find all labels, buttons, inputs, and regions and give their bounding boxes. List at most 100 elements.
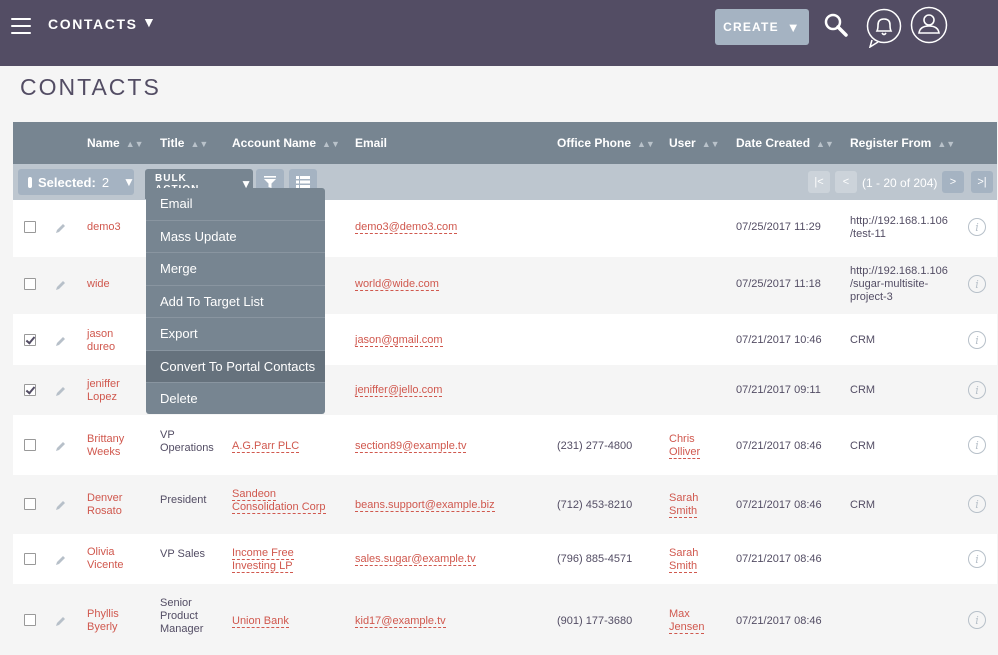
menu-item-export[interactable]: Export — [146, 317, 325, 349]
table-row: Phyllis Byerly Senior Product Manager Union… — [13, 584, 997, 655]
first-page-button[interactable]: |< — [808, 171, 830, 193]
email-link[interactable]: demo3@demo3.com — [355, 221, 458, 234]
pencil-icon[interactable] — [55, 335, 67, 347]
caret-down-icon[interactable]: ▼ — [142, 14, 156, 30]
account-link[interactable]: A.G.Parr PLC — [232, 440, 300, 453]
row-checkbox[interactable] — [24, 614, 36, 626]
row-checkbox[interactable] — [24, 384, 36, 396]
info-icon[interactable]: i — [968, 275, 986, 293]
register-from: http://192.168.1.106/test-11 — [850, 215, 948, 240]
user-link[interactable]: Max Jensen — [669, 608, 705, 634]
row-checkbox[interactable] — [24, 334, 36, 346]
caret-down-icon: ▼ — [786, 19, 801, 35]
user-link[interactable]: Sarah Smith — [669, 492, 698, 518]
info-icon[interactable]: i — [968, 218, 986, 236]
menu-item-delete[interactable]: Delete — [146, 382, 325, 414]
row-checkbox[interactable] — [24, 221, 36, 233]
hamburger-icon[interactable] — [11, 18, 31, 34]
pencil-icon[interactable] — [55, 499, 67, 511]
user-link[interactable]: Chris Olliver — [669, 433, 701, 459]
sort-icon: ▲▼ — [937, 139, 956, 149]
date-created: 07/21/2017 08:46 — [736, 440, 822, 452]
column-header-account[interactable]: Account Name ▲▼ — [232, 136, 340, 150]
info-icon[interactable]: i — [968, 611, 986, 629]
module-menu-label[interactable]: CONTACTS — [48, 16, 138, 32]
column-header-phone[interactable]: Office Phone ▲▼ — [557, 136, 655, 150]
contact-title: President — [160, 494, 207, 506]
pencil-icon[interactable] — [55, 554, 67, 566]
info-icon[interactable]: i — [968, 436, 986, 454]
account-link[interactable]: Income Free Investing LP — [232, 547, 294, 573]
contact-title: VP Operations — [160, 429, 214, 454]
create-button[interactable]: CREATE ▼ — [715, 9, 809, 45]
bell-icon[interactable] — [866, 8, 902, 48]
email-link[interactable]: section89@example.tv — [355, 440, 467, 453]
office-phone: (231) 277-4800 — [557, 440, 633, 452]
column-header-email[interactable]: Email — [355, 136, 387, 150]
page-title: CONTACTS — [20, 74, 161, 100]
email-link[interactable]: world@wide.com — [355, 278, 439, 291]
contact-name[interactable]: Brittany Weeks — [87, 433, 124, 459]
create-label: CREATE — [723, 20, 779, 34]
info-icon[interactable]: i — [968, 381, 986, 399]
menu-item-merge[interactable]: Merge — [146, 252, 325, 284]
user-link[interactable]: Sarah Smith — [669, 547, 698, 573]
column-header-user[interactable]: User ▲▼ — [669, 136, 720, 150]
user-icon[interactable] — [910, 6, 948, 44]
sort-icon: ▲▼ — [125, 139, 144, 149]
column-header-register[interactable]: Register From ▲▼ — [850, 136, 955, 150]
last-page-icon: >| — [977, 176, 987, 188]
info-icon[interactable]: i — [968, 331, 986, 349]
account-link[interactable]: Sandeon Consolidation Corp — [232, 488, 326, 514]
selected-count: 2 — [101, 174, 110, 190]
list-icon — [296, 176, 310, 188]
pencil-icon[interactable] — [55, 440, 67, 452]
email-link[interactable]: beans.support@example.biz — [355, 499, 495, 512]
pencil-icon[interactable] — [55, 615, 67, 627]
menu-item-mass-update[interactable]: Mass Update — [146, 220, 325, 252]
row-checkbox[interactable] — [24, 553, 36, 565]
info-icon[interactable]: i — [968, 495, 986, 513]
contact-name[interactable]: Denver Rosato — [87, 492, 122, 518]
date-created: 07/25/2017 11:18 — [736, 278, 821, 290]
pencil-icon[interactable] — [55, 385, 67, 397]
info-icon[interactable]: i — [968, 550, 986, 568]
pencil-icon[interactable] — [55, 222, 67, 234]
row-checkbox[interactable] — [24, 439, 36, 451]
column-header-name[interactable]: Name ▲▼ — [87, 136, 144, 150]
row-checkbox[interactable] — [24, 278, 36, 290]
contact-name[interactable]: demo3 — [87, 221, 121, 234]
register-from: CRM — [850, 499, 876, 511]
last-page-button[interactable]: >| — [971, 171, 993, 193]
date-created: 07/25/2017 11:29 — [736, 221, 821, 233]
register-from: http://192.168.1.106/sugar-multisite-pro… — [850, 265, 948, 303]
contact-name[interactable]: jeniffer Lopez — [87, 378, 120, 404]
date-created: 07/21/2017 08:46 — [736, 499, 822, 511]
date-created: 07/21/2017 08:46 — [736, 553, 822, 565]
menu-item-email[interactable]: Email — [146, 188, 325, 220]
office-phone: (901) 177-3680 — [557, 615, 633, 627]
search-icon[interactable] — [823, 12, 849, 38]
contact-name[interactable]: jason dureo — [87, 328, 115, 354]
email-link[interactable]: sales.sugar@example.tv — [355, 553, 476, 566]
row-checkbox[interactable] — [24, 498, 36, 510]
column-header-date[interactable]: Date Created ▲▼ — [736, 136, 834, 150]
pencil-icon[interactable] — [55, 279, 67, 291]
selected-dropdown[interactable]: Selected: 2 ▼ — [18, 169, 135, 195]
column-header-title[interactable]: Title ▲▼ — [160, 136, 208, 150]
email-link[interactable]: jason@gmail.com — [355, 334, 443, 347]
register-from: CRM — [850, 440, 876, 452]
checkbox-icon — [28, 176, 32, 188]
contact-name[interactable]: Olivia Vicente — [87, 546, 124, 572]
top-navbar: CONTACTS ▼ CREATE ▼ — [0, 0, 998, 66]
account-link[interactable]: Union Bank — [232, 615, 289, 628]
office-phone: (796) 885-4571 — [557, 553, 633, 565]
menu-item-convert-to-portal[interactable]: Convert To Portal Contacts — [146, 350, 325, 382]
email-link[interactable]: jeniffer@jello.com — [355, 384, 443, 397]
email-link[interactable]: kid17@example.tv — [355, 615, 446, 628]
next-page-button[interactable]: > — [942, 171, 964, 193]
contact-name[interactable]: wide — [87, 278, 110, 291]
prev-page-button[interactable]: < — [835, 171, 857, 193]
contact-name[interactable]: Phyllis Byerly — [87, 608, 119, 634]
menu-item-add-to-target-list[interactable]: Add To Target List — [146, 285, 325, 317]
